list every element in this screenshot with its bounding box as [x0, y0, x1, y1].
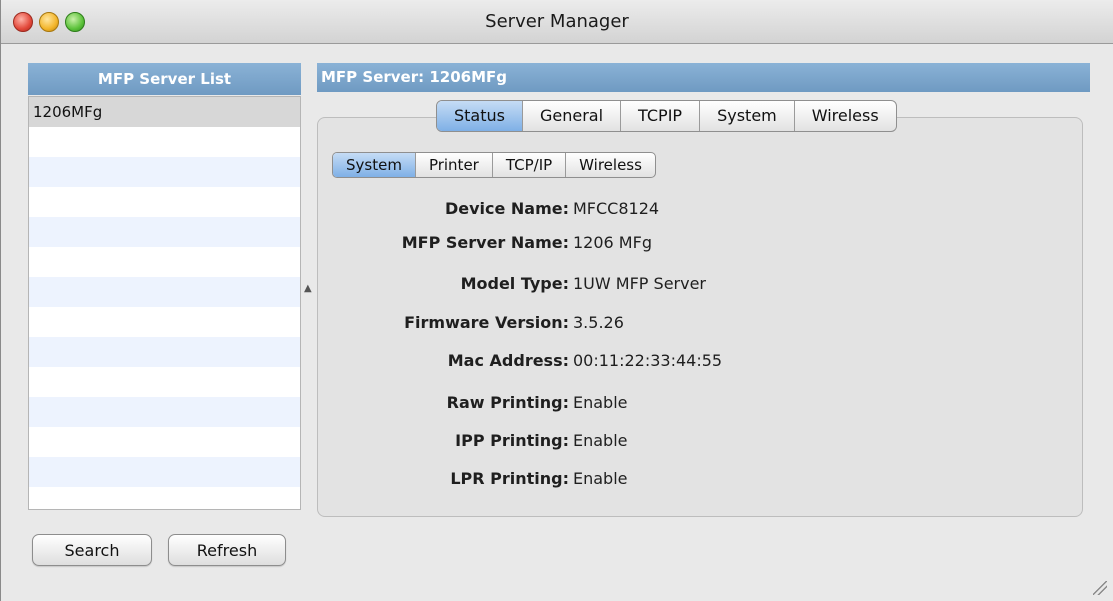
raw-printing-value: Enable [573, 393, 628, 412]
empty-list-row [29, 487, 300, 509]
server-list[interactable]: 1206MFg [28, 96, 301, 510]
subtab-wireless[interactable]: Wireless [566, 153, 655, 177]
window-title: Server Manager [485, 11, 629, 32]
search-button[interactable]: Search [32, 534, 152, 566]
model-type-label: Model Type: [460, 274, 569, 293]
model-type-row: Model Type: 1UW MFP Server [317, 272, 1077, 296]
empty-list-row [29, 397, 300, 427]
mac-address-row: Mac Address: 00:11:22:33:44:55 [317, 349, 1077, 373]
empty-list-row [29, 157, 300, 187]
resize-grip-icon[interactable] [1093, 581, 1107, 595]
empty-list-row [29, 367, 300, 397]
lpr-printing-label: LPR Printing: [450, 469, 569, 488]
server-panel-header: MFP Server: 1206MFg [317, 63, 1090, 92]
tab-system[interactable]: System [700, 101, 795, 131]
server-list-item[interactable]: 1206MFg [29, 97, 300, 127]
firmware-version-row: Firmware Version: 3.5.26 [317, 311, 1077, 335]
mac-address-value: 00:11:22:33:44:55 [573, 351, 723, 370]
model-type-value: 1UW MFP Server [573, 274, 707, 293]
device-name-row: Device Name: MFCC8124 [317, 197, 1077, 221]
splitter-collapse-icon[interactable]: ▲ [304, 283, 312, 294]
empty-list-row [29, 277, 300, 307]
tab-tcpip[interactable]: TCPIP [621, 101, 701, 131]
empty-list-row [29, 457, 300, 487]
server-list-header: MFP Server List [28, 63, 301, 95]
device-name-label: Device Name: [444, 199, 569, 218]
empty-list-row [29, 307, 300, 337]
status-sub-tab-bar: System Printer TCP/IP Wireless [332, 152, 656, 178]
subtab-printer[interactable]: Printer [416, 153, 493, 177]
firmware-version-value: 3.5.26 [573, 313, 624, 332]
empty-list-row [29, 187, 300, 217]
lpr-printing-row: LPR Printing: Enable [317, 467, 1077, 491]
empty-list-row [29, 217, 300, 247]
empty-list-row [29, 247, 300, 277]
raw-printing-label: Raw Printing: [446, 393, 569, 412]
raw-printing-row: Raw Printing: Enable [317, 391, 1077, 415]
empty-list-row [29, 127, 300, 157]
refresh-button[interactable]: Refresh [168, 534, 286, 566]
tab-status[interactable]: Status [437, 101, 523, 131]
mfp-server-name-label: MFP Server Name: [401, 233, 569, 252]
lpr-printing-value: Enable [573, 469, 628, 488]
mfp-server-name-row: MFP Server Name: 1206 MFg [317, 231, 1077, 255]
main-tab-bar: Status General TCPIP System Wireless [436, 100, 897, 132]
mfp-server-name-value: 1206 MFg [573, 233, 652, 252]
mac-address-label: Mac Address: [447, 351, 569, 370]
firmware-version-label: Firmware Version: [404, 313, 569, 332]
empty-list-row [29, 427, 300, 457]
tab-general[interactable]: General [523, 101, 622, 131]
ipp-printing-value: Enable [573, 431, 628, 450]
tab-wireless[interactable]: Wireless [795, 101, 896, 131]
title-bar[interactable]: Server Manager [1, 0, 1113, 44]
ipp-printing-row: IPP Printing: Enable [317, 429, 1077, 453]
subtab-tcpip[interactable]: TCP/IP [493, 153, 567, 177]
server-manager-window: Server Manager MFP Server List 1206MFg S… [0, 0, 1113, 601]
empty-list-row [29, 337, 300, 367]
subtab-system[interactable]: System [333, 153, 416, 177]
ipp-printing-label: IPP Printing: [455, 431, 569, 450]
device-name-value: MFCC8124 [573, 199, 660, 218]
